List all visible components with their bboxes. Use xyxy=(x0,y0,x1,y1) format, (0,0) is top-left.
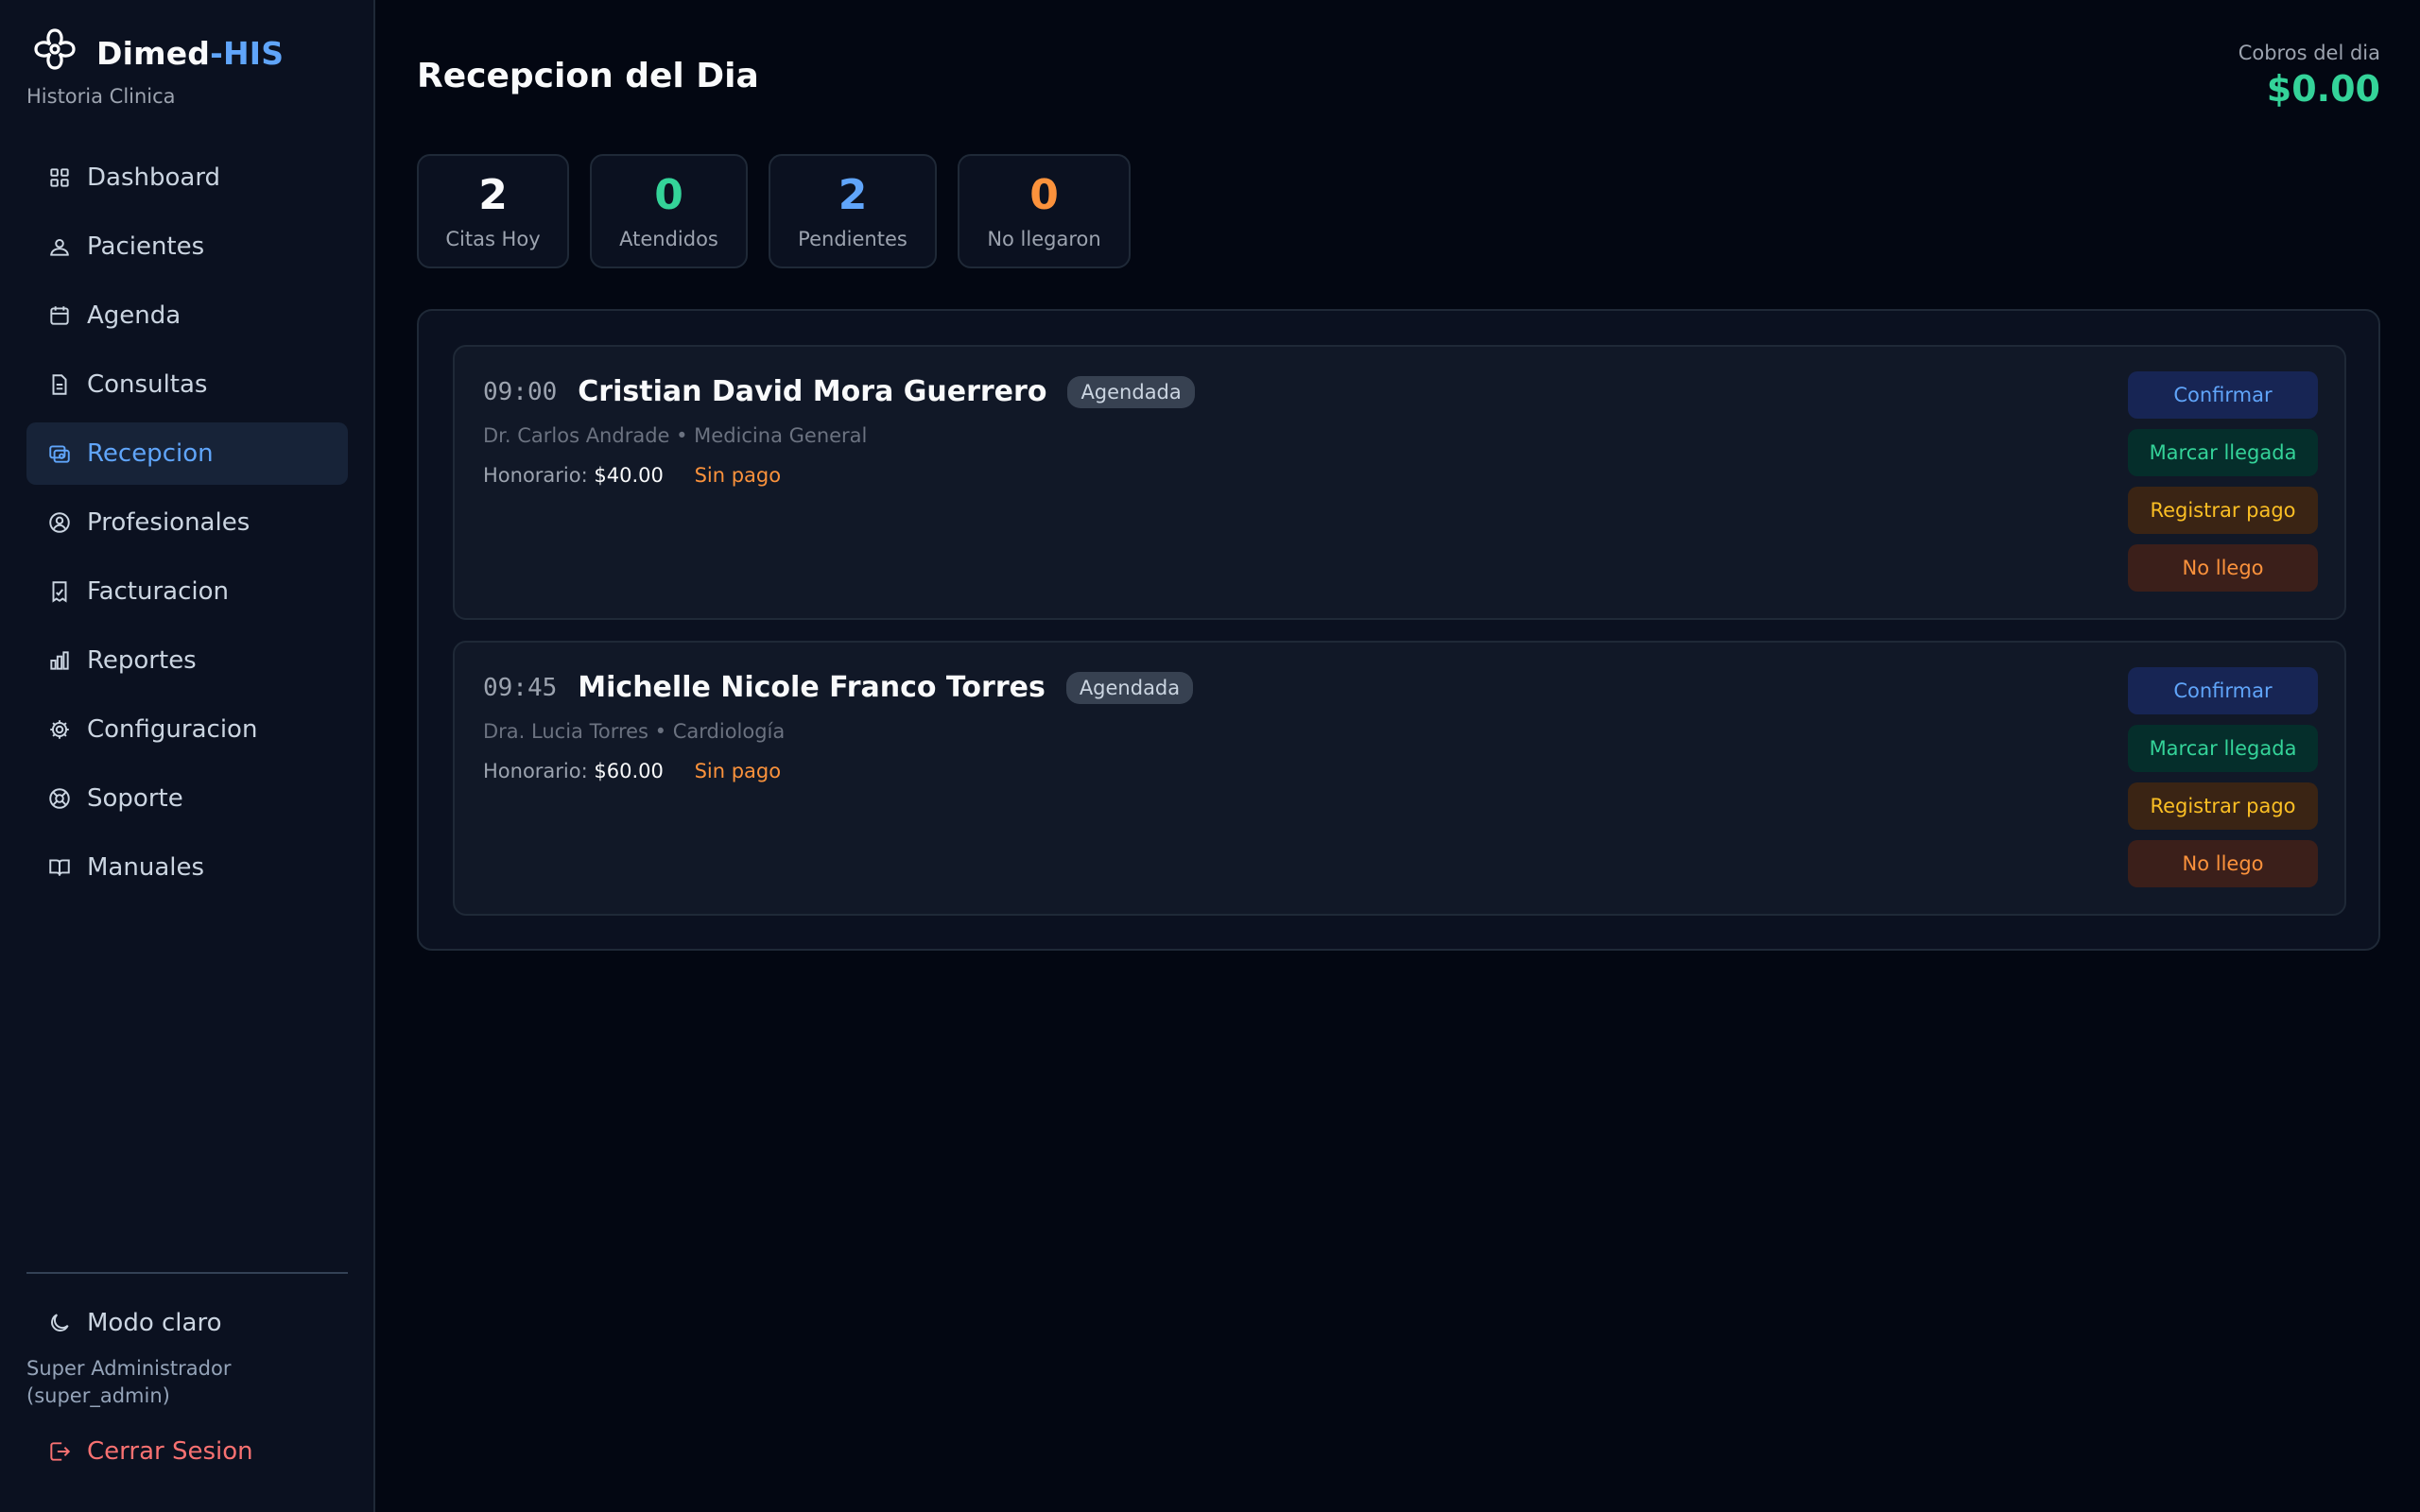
lifebuoy-icon xyxy=(47,786,72,811)
confirm-button[interactable]: Confirmar xyxy=(2128,371,2318,419)
sidebar-item-consultas[interactable]: Consultas xyxy=(26,353,348,416)
daily-collections-label: Cobros del dia xyxy=(2238,42,2380,64)
brand-subtitle: Historia Clinica xyxy=(26,85,176,108)
sidebar-item-label: Dashboard xyxy=(87,163,221,192)
calendar-icon xyxy=(47,303,72,328)
page-title: Recepcion del Dia xyxy=(417,57,759,95)
book-icon xyxy=(47,855,72,880)
appointment-time: 09:00 xyxy=(483,377,558,406)
sidebar-item-label: Soporte xyxy=(87,784,183,813)
confirm-button[interactable]: Confirmar xyxy=(2128,667,2318,714)
patient-name: Cristian David Mora Guerrero xyxy=(578,375,1047,408)
stat-value: 0 xyxy=(654,171,683,219)
gear-icon xyxy=(47,717,72,742)
appointment-doctor: Dra. Lucia Torres • Cardiología xyxy=(483,720,786,743)
sidebar-item-manuales[interactable]: Manuales xyxy=(26,836,348,899)
user-info: Super Administrador (super_admin) xyxy=(26,1355,348,1410)
stats-row: 2 Citas Hoy 0 Atendidos 2 Pendientes 0 N… xyxy=(417,154,1151,268)
sidebar-item-label: Profesionales xyxy=(87,508,251,537)
user-role: Super Administrador xyxy=(26,1357,232,1380)
sidebar-item-pacientes[interactable]: Pacientes xyxy=(26,215,348,278)
stat-value: 0 xyxy=(1029,171,1059,219)
theme-toggle-label: Modo claro xyxy=(87,1309,222,1337)
sidebar-item-label: Recepcion xyxy=(87,439,214,468)
no-show-button[interactable]: No llego xyxy=(2128,840,2318,887)
sidebar-item-agenda[interactable]: Agenda xyxy=(26,284,348,347)
appointment-actions: Confirmar Marcar llegada Registrar pago … xyxy=(2128,371,2318,602)
user-icon xyxy=(47,234,72,259)
appointment-card: 09:45 Michelle Nicole Franco Torres Agen… xyxy=(453,641,2346,916)
appointment-fee: Honorario: $60.00 Sin pago xyxy=(483,760,781,782)
brand-name: Dimed-HIS xyxy=(96,35,284,72)
user-username: (super_admin) xyxy=(26,1384,170,1407)
stat-value: 2 xyxy=(478,171,508,219)
fee-amount: $40.00 xyxy=(594,464,664,487)
sidebar-item-dashboard[interactable]: Dashboard xyxy=(26,146,348,209)
moon-icon xyxy=(47,1311,72,1335)
document-icon xyxy=(47,372,72,397)
receipt-icon xyxy=(47,579,72,604)
mark-arrival-button[interactable]: Marcar llegada xyxy=(2128,725,2318,772)
stat-label: No llegaron xyxy=(987,228,1101,250)
register-payment-button[interactable]: Registrar pago xyxy=(2128,782,2318,830)
stat-label: Atendidos xyxy=(619,228,718,250)
brand[interactable]: Dimed-HIS xyxy=(26,25,284,81)
brand-name-accent: -HIS xyxy=(210,34,285,72)
brand-name-main: Dimed xyxy=(96,34,211,72)
sidebar-item-label: Agenda xyxy=(87,301,182,330)
sidebar-item-reportes[interactable]: Reportes xyxy=(26,629,348,692)
patient-name: Michelle Nicole Franco Torres xyxy=(578,671,1046,704)
status-badge: Agendada xyxy=(1067,375,1195,408)
appointment-doctor: Dr. Carlos Andrade • Medicina General xyxy=(483,424,868,447)
sidebar-nav: Dashboard Pacientes Agenda Consultas Rec… xyxy=(26,146,348,905)
reception-icon xyxy=(47,441,72,466)
payment-status: Sin pago xyxy=(694,464,782,487)
appointment-header: 09:00 Cristian David Mora Guerrero Agend… xyxy=(483,375,1195,408)
sidebar-item-label: Consultas xyxy=(87,370,208,399)
no-show-button[interactable]: No llego xyxy=(2128,544,2318,592)
sidebar-item-label: Reportes xyxy=(87,646,197,675)
fee-label: Honorario: xyxy=(483,760,588,782)
appointment-card: 09:00 Cristian David Mora Guerrero Agend… xyxy=(453,345,2346,620)
mark-arrival-button[interactable]: Marcar llegada xyxy=(2128,429,2318,476)
stat-label: Citas Hoy xyxy=(445,228,541,250)
stat-card-pendientes: 2 Pendientes xyxy=(769,154,937,268)
fee-amount: $60.00 xyxy=(594,760,664,782)
stat-label: Pendientes xyxy=(798,228,908,250)
payment-status: Sin pago xyxy=(694,760,782,782)
appointment-time: 09:45 xyxy=(483,673,558,702)
stat-card-no-llegaron: 0 No llegaron xyxy=(958,154,1131,268)
user-circle-icon xyxy=(47,510,72,535)
logout-label: Cerrar Sesion xyxy=(87,1437,253,1466)
register-payment-button[interactable]: Registrar pago xyxy=(2128,487,2318,534)
sidebar-item-configuracion[interactable]: Configuracion xyxy=(26,698,348,761)
status-badge: Agendada xyxy=(1065,671,1194,704)
sidebar-item-facturacion[interactable]: Facturacion xyxy=(26,560,348,623)
stat-card-citas-hoy: 2 Citas Hoy xyxy=(417,154,569,268)
sidebar-item-recepcion[interactable]: Recepcion xyxy=(26,422,348,485)
grid-icon xyxy=(47,165,72,190)
theme-toggle-button[interactable]: Modo claro xyxy=(26,1293,348,1353)
sidebar-item-profesionales[interactable]: Profesionales xyxy=(26,491,348,554)
logout-button[interactable]: Cerrar Sesion xyxy=(26,1421,348,1482)
sidebar-item-label: Pacientes xyxy=(87,232,205,261)
appointment-header: 09:45 Michelle Nicole Franco Torres Agen… xyxy=(483,671,1194,704)
sidebar-divider xyxy=(26,1272,348,1274)
logo-icon xyxy=(34,28,76,70)
sidebar: Dimed-HIS Historia Clinica Dashboard Pac… xyxy=(0,0,375,1512)
daily-collections-value: $0.00 xyxy=(2266,68,2380,110)
appointment-actions: Confirmar Marcar llegada Registrar pago … xyxy=(2128,667,2318,898)
bar-chart-icon xyxy=(47,648,72,673)
stat-value: 2 xyxy=(838,171,868,219)
logout-icon xyxy=(47,1439,72,1464)
sidebar-item-label: Manuales xyxy=(87,853,205,882)
appointment-fee: Honorario: $40.00 Sin pago xyxy=(483,464,781,487)
fee-label: Honorario: xyxy=(483,464,588,487)
sidebar-item-label: Facturacion xyxy=(87,577,229,606)
stat-card-atendidos: 0 Atendidos xyxy=(590,154,748,268)
appointments-panel: 09:00 Cristian David Mora Guerrero Agend… xyxy=(417,309,2380,951)
sidebar-item-soporte[interactable]: Soporte xyxy=(26,767,348,830)
sidebar-item-label: Configuracion xyxy=(87,715,258,744)
